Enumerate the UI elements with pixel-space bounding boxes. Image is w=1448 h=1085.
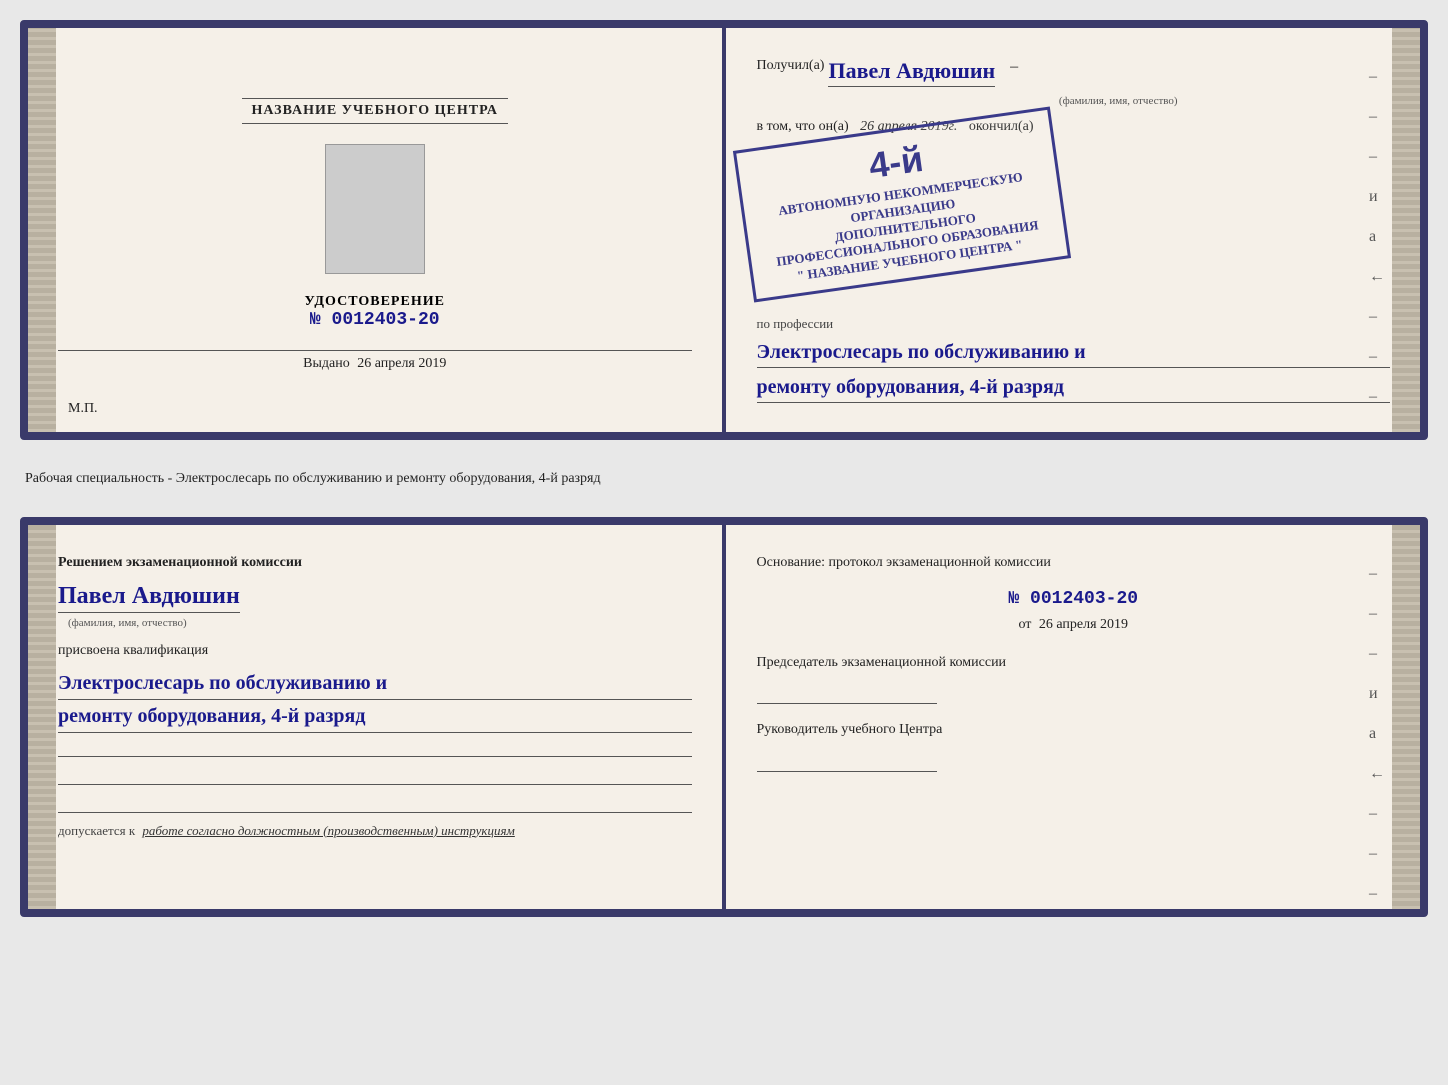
protocol-date: 26 апреля 2019	[1039, 617, 1128, 632]
chairman-sig-line	[757, 680, 937, 704]
bottom-left-page: Решением экзаменационной комиссии Павел …	[28, 525, 722, 909]
right-dashes-bottom: – – – и а ← – – – –	[1369, 565, 1385, 917]
blank-line-3	[58, 789, 692, 813]
issued-label: Выдано	[303, 356, 350, 371]
director-block: Руководитель учебного Центра	[757, 720, 1391, 772]
person-name-top: Павел Авдюшин	[828, 58, 995, 87]
profession-label-top: по профессии	[757, 316, 834, 331]
chairman-block: Председатель экзаменационной комиссии	[757, 653, 1391, 705]
assigned-text: присвоена квалификация	[58, 643, 692, 659]
context-block: в том, что он(а) 26 апреля 2019г. окончи…	[757, 119, 1391, 135]
basis-title: Основание: протокол экзаменационной коми…	[757, 553, 1391, 573]
binding-strip-right-bottom	[1392, 525, 1420, 909]
bottom-document: Решением экзаменационной комиссии Павел …	[20, 517, 1428, 917]
bottom-person-name: Павел Авдюшин	[58, 583, 240, 613]
fio-subtitle-top: (фамилия, имя, отчество)	[847, 95, 1391, 107]
dash-top: –	[1010, 58, 1018, 76]
bottom-section-title: Решением экзаменационной комиссии	[58, 553, 692, 573]
fio-subtitle-bottom: (фамилия, имя, отчество)	[68, 617, 692, 629]
binding-strip-left	[28, 28, 56, 432]
top-document: НАЗВАНИЕ УЧЕБНОГО ЦЕНТРА УДОСТОВЕРЕНИЕ №…	[20, 20, 1428, 440]
mp-label: М.П.	[68, 401, 98, 417]
profession-section-top: по профессии Электрослесарь по обслужива…	[757, 315, 1391, 403]
received-label: Получил(а)	[757, 58, 825, 74]
issued-line: Выдано 26 апреля 2019	[58, 350, 692, 372]
binding-strip-right-top	[1392, 28, 1420, 432]
protocol-number: № 0012403-20	[757, 589, 1391, 609]
qualification-line2: ремонту оборудования, 4-й разряд	[58, 700, 692, 733]
director-label: Руководитель учебного Центра	[757, 722, 943, 737]
binding-strip-left-bottom	[28, 525, 56, 909]
right-dashes-top: – – – и а ← – – – –	[1369, 68, 1385, 440]
top-right-page: Получил(а) Павел Авдюшин – (фамилия, имя…	[722, 28, 1421, 432]
bottom-person-name-wrapper: Павел Авдюшин	[58, 583, 692, 615]
chairman-label: Председатель экзаменационной комиссии	[757, 655, 1007, 670]
date-prefix: от	[1018, 617, 1031, 632]
page-wrapper: НАЗВАНИЕ УЧЕБНОГО ЦЕНТРА УДОСТОВЕРЕНИЕ №…	[20, 20, 1428, 917]
protocol-date-block: от 26 апреля 2019	[757, 617, 1391, 633]
received-row: Получил(а) Павел Авдюшин –	[757, 58, 1391, 87]
issued-date: 26 апреля 2019	[357, 356, 446, 371]
admission-label: допускается к	[58, 823, 135, 838]
qualification-line1: Электрослесарь по обслуживанию и	[58, 667, 692, 700]
context-label: в том, что он(а)	[757, 119, 849, 134]
admission-block: допускается к работе согласно должностны…	[58, 823, 692, 839]
profession-text2-top: ремонту оборудования, 4-й разряд	[757, 372, 1391, 403]
profession-text1-top: Электрослесарь по обслуживанию и	[757, 337, 1391, 368]
cert-number: № 0012403-20	[310, 310, 440, 330]
top-left-page: НАЗВАНИЕ УЧЕБНОГО ЦЕНТРА УДОСТОВЕРЕНИЕ №…	[28, 28, 722, 432]
bottom-right-page: Основание: протокол экзаменационной коми…	[722, 525, 1421, 909]
stamp-overlay: 4-й АВТОНОМНУЮ НЕКОММЕРЧЕСКУЮ ОРГАНИЗАЦИ…	[732, 106, 1070, 302]
cert-id-block: УДОСТОВЕРЕНИЕ № 0012403-20	[305, 294, 445, 330]
blank-line-2	[58, 761, 692, 785]
photo-placeholder	[325, 144, 425, 274]
admission-italic: работе согласно должностным (производств…	[142, 823, 514, 838]
blank-line-1	[58, 733, 692, 757]
center-title: НАЗВАНИЕ УЧЕБНОГО ЦЕНТРА	[242, 98, 508, 124]
director-sig-line	[757, 748, 937, 772]
middle-text: Рабочая специальность - Электрослесарь п…	[20, 458, 1428, 499]
cert-label: УДОСТОВЕРЕНИЕ	[305, 294, 445, 310]
